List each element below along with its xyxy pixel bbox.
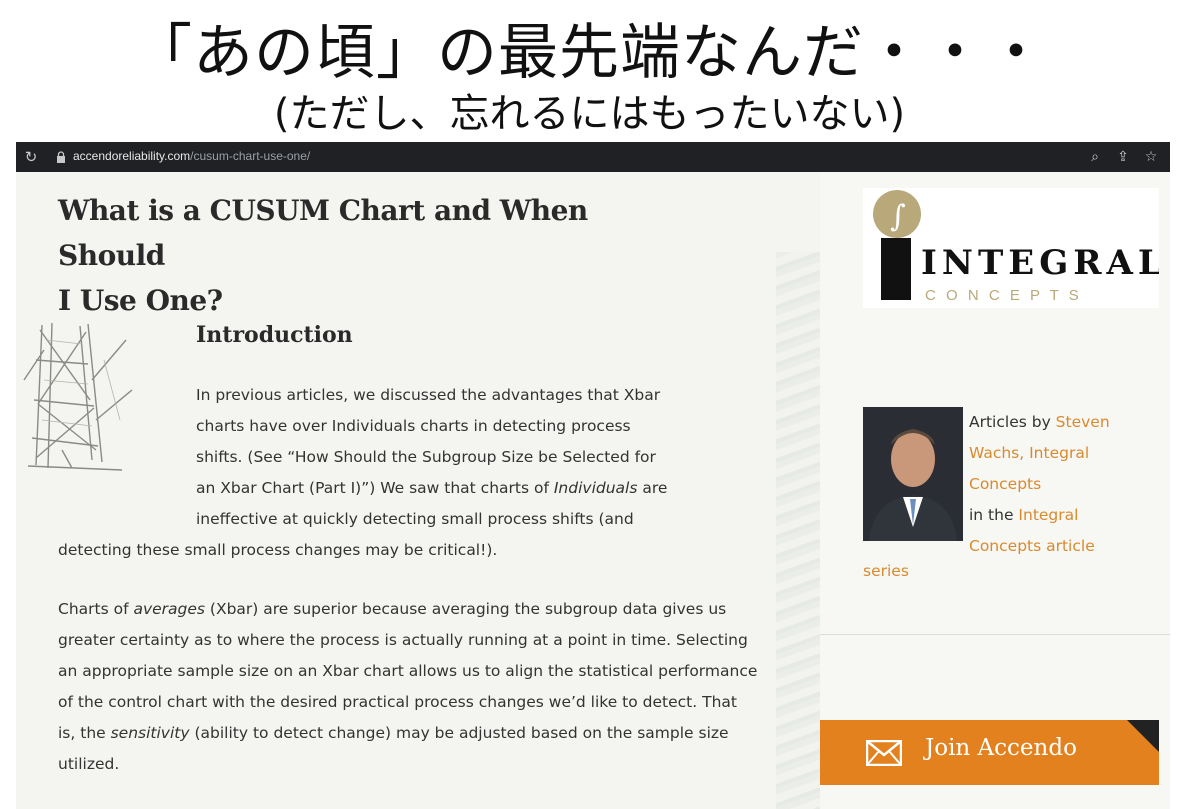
banner-title: 「あの頃」の最先端なんだ・・・ bbox=[132, 18, 1047, 88]
corner-fold bbox=[1127, 720, 1159, 752]
article-title-line2: I Use One? bbox=[58, 284, 223, 317]
address-bar[interactable]: ↻ accendoreliability.com/cusum-chart-use… bbox=[16, 142, 1170, 172]
series-link-b[interactable]: Concepts article bbox=[969, 537, 1095, 555]
reload-icon[interactable]: ↻ bbox=[22, 148, 40, 166]
address-bar-actions: ⌕ ⇪ ☆ bbox=[1086, 147, 1160, 167]
byline-mid: in the bbox=[969, 506, 1019, 524]
p1-line-2: charts have over Individuals charts in d… bbox=[196, 417, 631, 435]
slide-banner: 「あの頃」の最先端なんだ・・・ (ただし、忘れるにはもったいない) bbox=[0, 0, 1179, 142]
p1-line-1: In previous articles, we discussed the a… bbox=[196, 386, 661, 404]
logo-main: INTEGRAL bbox=[921, 243, 1159, 283]
join-label: Join Accendo bbox=[925, 735, 1077, 761]
p1-line-3: shifts. (See “How Should the Subgroup Si… bbox=[196, 448, 656, 466]
tower-sketch-image bbox=[23, 322, 133, 471]
p2-start: Charts of bbox=[58, 600, 134, 618]
logo-sub: C O N C E P T S bbox=[925, 287, 1082, 304]
envelope-icon bbox=[866, 740, 902, 766]
p2-mid: (Xbar) are superior because averaging th… bbox=[58, 600, 758, 742]
banner-subtitle: (ただし、忘れるにはもったいない) bbox=[273, 91, 906, 137]
background-texture bbox=[776, 252, 826, 809]
author-link-b[interactable]: Wachs, Integral bbox=[969, 444, 1089, 462]
zoom-icon[interactable]: ⌕ bbox=[1086, 147, 1104, 167]
browser-window: ↻ accendoreliability.com/cusum-chart-use… bbox=[16, 142, 1170, 809]
author-link-c[interactable]: Concepts bbox=[969, 475, 1041, 493]
p1-line-4: an Xbar Chart (Part I)”) We saw that cha… bbox=[196, 473, 756, 504]
section-heading: Introduction bbox=[196, 322, 353, 348]
logo-glyph: ∫ bbox=[890, 199, 906, 234]
paragraph-1: In previous articles, we discussed the a… bbox=[196, 380, 756, 535]
join-accendo-button[interactable]: Join Accendo bbox=[820, 720, 1159, 785]
web-page: What is a CUSUM Chart and When Should I … bbox=[16, 172, 1170, 809]
url-path: /cusum-chart-use-one/ bbox=[190, 149, 311, 163]
byline-prefix: Articles by bbox=[969, 413, 1056, 431]
sidebar-divider bbox=[820, 634, 1170, 635]
paragraph-2: Charts of averages (Xbar) are superior b… bbox=[58, 594, 758, 780]
url-domain: accendoreliability.com bbox=[73, 149, 191, 163]
series-link-a[interactable]: Integral bbox=[1018, 506, 1078, 524]
p2-italic-2: sensitivity bbox=[110, 724, 190, 742]
paragraph-1-tail: detecting these small process changes ma… bbox=[58, 541, 498, 559]
author-photo[interactable] bbox=[863, 407, 963, 541]
article-title: What is a CUSUM Chart and When Should I … bbox=[58, 188, 678, 323]
bookmark-star-icon[interactable]: ☆ bbox=[1142, 147, 1160, 167]
p1-line-5: ineffective at quickly detecting small p… bbox=[196, 510, 634, 528]
p1-after-italic: are bbox=[637, 479, 668, 497]
author-byline: Articles by Steven Wachs, Integral Conce… bbox=[969, 407, 1159, 562]
p1-italic: Individuals bbox=[553, 479, 638, 497]
share-icon[interactable]: ⇪ bbox=[1114, 147, 1132, 167]
author-link-a[interactable]: Steven bbox=[1056, 413, 1110, 431]
series-link-c[interactable]: series bbox=[863, 562, 909, 580]
integral-concepts-logo[interactable]: ∫ INTEGRAL C O N C E P T S bbox=[863, 188, 1159, 308]
lock-icon bbox=[57, 151, 65, 163]
url-text[interactable]: accendoreliability.com/cusum-chart-use-o… bbox=[73, 149, 310, 163]
article-title-line1: What is a CUSUM Chart and When Should bbox=[58, 194, 588, 272]
p2-italic-1: averages bbox=[133, 600, 205, 618]
p1-line-4-text: an Xbar Chart (Part I)”) We saw that cha… bbox=[196, 479, 554, 497]
